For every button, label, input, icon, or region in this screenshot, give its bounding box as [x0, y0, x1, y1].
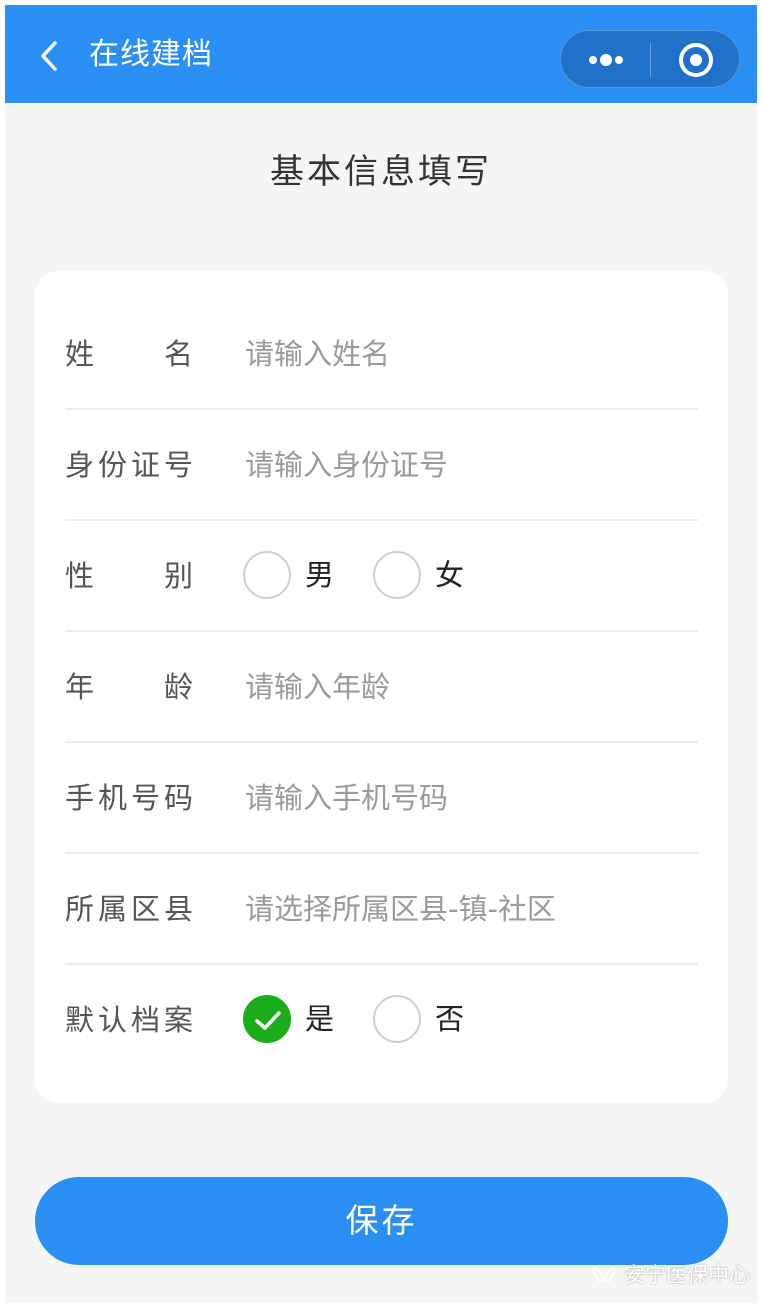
app-frame: 在线建档 基本信息填写 姓名 请输入姓名 身份证号 请输入身份证号 性别 男 女…	[5, 5, 757, 1303]
age-label: 年龄	[65, 670, 193, 704]
gender-male-radio[interactable]	[243, 551, 291, 599]
form-row-age: 年龄 请输入年龄	[65, 632, 698, 743]
default-archive-label: 默认档案	[65, 1003, 193, 1037]
name-input[interactable]: 请输入姓名	[245, 299, 390, 409]
form-row-gender: 性别 男 女	[65, 521, 698, 632]
close-mini-program-button[interactable]	[653, 31, 739, 89]
form-row-id-number: 身份证号 请输入身份证号	[65, 410, 698, 521]
default-no-label[interactable]: 否	[435, 965, 464, 1073]
chevron-left-icon	[41, 41, 57, 71]
nav-title: 在线建档	[89, 37, 213, 72]
wechat-channel-icon	[591, 1266, 617, 1284]
age-input[interactable]: 请输入年龄	[245, 632, 390, 742]
form-row-default-archive: 默认档案 是 否	[65, 965, 698, 1076]
page-title: 基本信息填写	[270, 152, 492, 192]
watermark-text: 安宁医保中心	[624, 1263, 750, 1287]
capsule-divider	[650, 43, 651, 77]
save-button[interactable]: 保存	[35, 1177, 728, 1265]
phone-label: 手机号码	[65, 781, 193, 815]
navigation-bar: 在线建档	[5, 5, 757, 103]
gender-female-label[interactable]: 女	[435, 521, 464, 629]
form-row-phone: 手机号码 请输入手机号码	[65, 743, 698, 854]
more-button[interactable]	[561, 31, 649, 89]
district-picker[interactable]: 请选择所属区县-镇-社区	[245, 854, 556, 964]
checkmark-icon	[255, 1011, 281, 1030]
more-dots-icon	[589, 54, 623, 66]
name-label: 姓名	[65, 337, 193, 371]
default-yes-label[interactable]: 是	[305, 965, 334, 1073]
district-label: 所属区县	[65, 892, 193, 926]
target-circle-icon	[679, 43, 713, 77]
phone-input[interactable]: 请输入手机号码	[245, 743, 448, 853]
id-number-input[interactable]: 请输入身份证号	[245, 410, 448, 520]
form-row-name: 姓名 请输入姓名	[65, 299, 698, 410]
gender-female-radio[interactable]	[373, 551, 421, 599]
id-number-label: 身份证号	[65, 448, 193, 482]
form-row-district: 所属区县 请选择所属区县-镇-社区	[65, 854, 698, 965]
gender-label: 性别	[65, 559, 193, 593]
mini-program-capsule	[560, 30, 740, 88]
default-no-radio[interactable]	[373, 995, 421, 1043]
back-button[interactable]	[35, 41, 65, 71]
form-card: 姓名 请输入姓名 身份证号 请输入身份证号 性别 男 女 年龄 请输入年龄 手机…	[35, 271, 728, 1103]
default-yes-radio[interactable]	[243, 995, 291, 1043]
gender-male-label[interactable]: 男	[305, 521, 334, 629]
